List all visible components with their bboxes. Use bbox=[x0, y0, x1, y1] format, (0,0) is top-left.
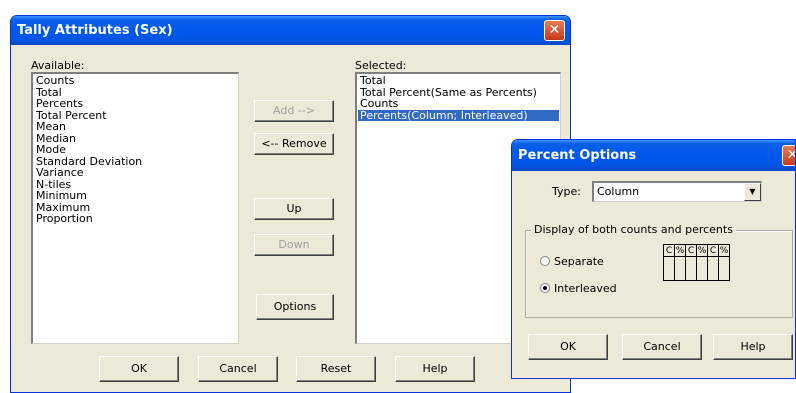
cancel-button[interactable]: Cancel bbox=[198, 356, 278, 382]
chevron-down-icon[interactable]: ▼ bbox=[744, 183, 761, 201]
counts-percents-preview-grid: C% C% C% bbox=[663, 244, 730, 281]
grid-body-cell bbox=[707, 256, 719, 281]
type-select-value: Column bbox=[597, 185, 640, 198]
grid-body-cell bbox=[663, 256, 675, 281]
available-list[interactable]: Counts Total Percents Total Percent Mean Medi… bbox=[31, 72, 239, 344]
add-button[interactable]: Add --> bbox=[254, 100, 334, 122]
percent-help-button[interactable]: Help bbox=[713, 334, 793, 360]
available-label: Available: bbox=[31, 59, 85, 72]
list-item[interactable]: Mode bbox=[34, 144, 237, 156]
dialog-title: Tally Attributes (Sex) bbox=[17, 23, 173, 38]
up-button[interactable]: Up bbox=[254, 198, 334, 220]
tally-attributes-dialog: Tally Attributes (Sex) ✕ Available: Coun… bbox=[10, 15, 571, 393]
list-item[interactable]: Counts bbox=[358, 98, 559, 110]
list-item[interactable]: Percents(Column; Interleaved) bbox=[358, 109, 559, 121]
list-item[interactable]: Minimum bbox=[34, 190, 237, 202]
grid-header-cell: C bbox=[707, 244, 719, 257]
display-options-group bbox=[525, 230, 793, 318]
separate-radio-label[interactable]: Separate bbox=[554, 255, 604, 268]
percent-options-title-bar: Percent Options ✕ bbox=[512, 140, 795, 171]
type-label: Type: bbox=[552, 185, 581, 198]
separate-radio[interactable] bbox=[540, 256, 550, 266]
grid-body-cell bbox=[685, 256, 697, 281]
grid-header-cell: % bbox=[718, 244, 730, 257]
help-button[interactable]: Help bbox=[395, 356, 475, 382]
grid-header-cell: % bbox=[674, 244, 686, 257]
reset-button[interactable]: Reset bbox=[296, 356, 376, 382]
percent-options-dialog: Percent Options ✕ Type: Column ▼ Display… bbox=[511, 139, 796, 379]
remove-button[interactable]: <-- Remove bbox=[254, 133, 334, 155]
list-item[interactable]: Proportion bbox=[34, 213, 237, 225]
close-icon[interactable]: ✕ bbox=[544, 20, 565, 41]
interleaved-radio[interactable] bbox=[540, 283, 550, 293]
list-item[interactable]: Total bbox=[358, 75, 559, 87]
grid-body-cell bbox=[674, 256, 686, 281]
down-button[interactable]: Down bbox=[254, 234, 334, 256]
close-icon[interactable]: ✕ bbox=[782, 145, 795, 166]
grid-header-cell: C bbox=[685, 244, 697, 257]
options-button[interactable]: Options bbox=[256, 294, 334, 320]
interleaved-radio-label[interactable]: Interleaved bbox=[554, 282, 617, 295]
grid-body-cell bbox=[696, 256, 708, 281]
display-options-group-label: Display of both counts and percents bbox=[531, 223, 736, 236]
radio-selected-dot bbox=[543, 286, 547, 290]
grid-body-cell bbox=[718, 256, 730, 281]
percent-options-title: Percent Options bbox=[518, 148, 637, 163]
ok-button[interactable]: OK bbox=[99, 356, 179, 382]
type-select[interactable]: Column ▼ bbox=[592, 181, 762, 202]
tally-title-bar: Tally Attributes (Sex) ✕ bbox=[11, 16, 570, 45]
list-item[interactable]: Percents bbox=[34, 98, 237, 110]
percent-ok-button[interactable]: OK bbox=[528, 334, 608, 360]
list-item[interactable]: Variance bbox=[34, 167, 237, 179]
list-item[interactable]: Mean bbox=[34, 121, 237, 133]
grid-header-cell: C bbox=[663, 244, 675, 257]
percent-cancel-button[interactable]: Cancel bbox=[622, 334, 702, 360]
selected-label: Selected: bbox=[355, 59, 407, 72]
list-item[interactable]: Counts bbox=[34, 75, 237, 87]
grid-header-cell: % bbox=[696, 244, 708, 257]
